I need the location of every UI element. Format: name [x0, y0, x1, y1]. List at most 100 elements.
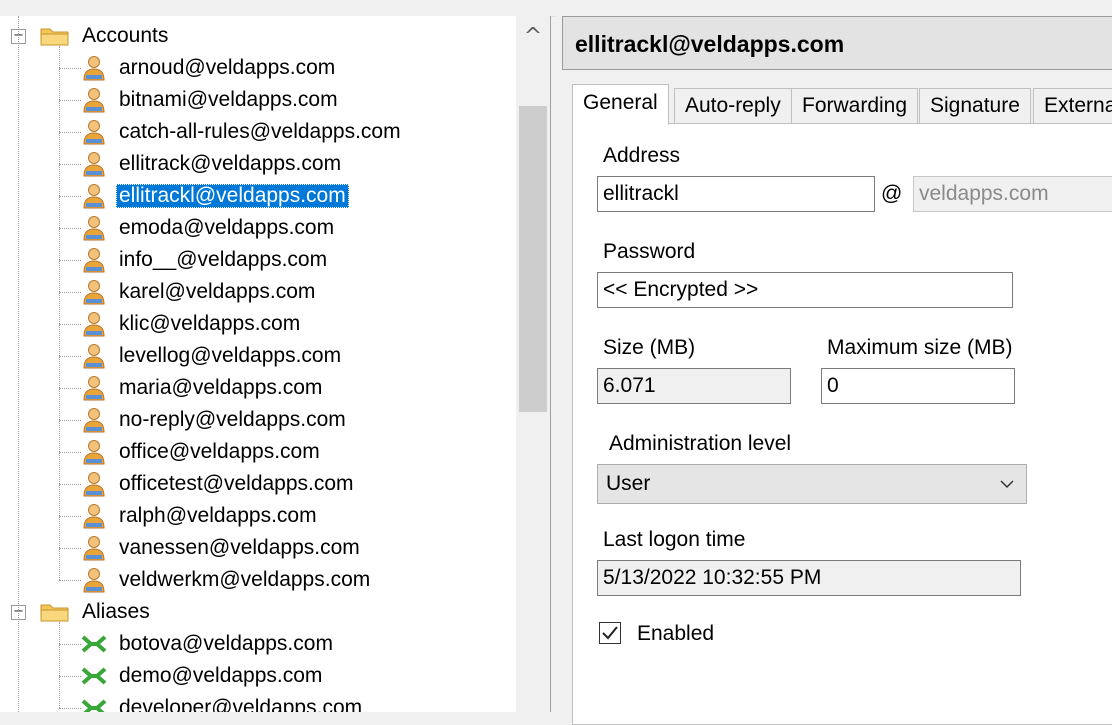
alias-item[interactable]: developer@veldapps.com: [0, 692, 516, 712]
tree-item-label[interactable]: bitnami@veldapps.com: [116, 88, 341, 112]
tree-item-label[interactable]: maria@veldapps.com: [116, 376, 325, 400]
tree-item-label[interactable]: karel@veldapps.com: [116, 280, 318, 304]
account-item[interactable]: karel@veldapps.com: [0, 276, 516, 308]
tree-item-label[interactable]: emoda@veldapps.com: [116, 216, 337, 240]
account-item[interactable]: ralph@veldapps.com: [0, 500, 516, 532]
alias-icon: [80, 695, 108, 712]
account-item[interactable]: levellog@veldapps.com: [0, 340, 516, 372]
user-icon: [82, 151, 106, 177]
tree-connector: [18, 16, 19, 712]
account-item[interactable]: info__@veldapps.com: [0, 244, 516, 276]
folder-icon: [40, 26, 70, 46]
user-icon: [82, 407, 106, 433]
general-tab-panel: Address ellitrackl @ veldapps.com Passwo…: [572, 123, 1112, 725]
tree-group-label[interactable]: Accounts: [79, 24, 171, 48]
password-label: Password: [603, 240, 696, 263]
tree-item-label[interactable]: klic@veldapps.com: [116, 312, 303, 336]
user-icon: [82, 439, 106, 465]
user-icon: [82, 375, 106, 401]
admin-level-select[interactable]: User: [597, 464, 1027, 504]
user-icon: [82, 119, 106, 145]
account-item[interactable]: emoda@veldapps.com: [0, 212, 516, 244]
max-size-input[interactable]: 0: [821, 368, 1015, 404]
size-label: Size (MB): [603, 336, 696, 359]
tab-forwarding[interactable]: Forwarding: [791, 88, 919, 123]
check-icon: [602, 626, 618, 640]
address-input[interactable]: ellitrackl: [597, 176, 875, 212]
tree-item-label[interactable]: office@veldapps.com: [116, 440, 323, 464]
tree-connector: [59, 356, 81, 357]
enabled-checkbox[interactable]: [599, 622, 621, 644]
size-field: 6.071: [597, 368, 791, 404]
user-icon: [82, 55, 106, 81]
tree-connector: [59, 388, 81, 389]
tree-item-label[interactable]: arnoud@veldapps.com: [116, 56, 338, 80]
account-item[interactable]: ellitrackl@veldapps.com: [0, 180, 516, 212]
account-item[interactable]: bitnami@veldapps.com: [0, 84, 516, 116]
tree-group-accounts[interactable]: − Accounts: [0, 20, 516, 52]
top-strip: [0, 0, 1112, 17]
admin-level-value: User: [606, 472, 651, 495]
tree-connector: [59, 548, 81, 549]
tree-item-label[interactable]: botova@veldapps.com: [116, 632, 336, 656]
tree-connector: [59, 132, 81, 133]
tree-item-label[interactable]: ellitrack@veldapps.com: [116, 152, 344, 176]
tree-connector: [59, 68, 81, 69]
tree-group-label[interactable]: Aliases: [79, 600, 153, 624]
chevron-down-icon: [998, 465, 1016, 517]
user-icon: [82, 183, 106, 209]
admin-level-label: Administration level: [609, 432, 792, 455]
tree-connector: [59, 228, 81, 229]
tree-item-label[interactable]: veldwerkm@veldapps.com: [116, 568, 373, 592]
account-item[interactable]: office@veldapps.com: [0, 436, 516, 468]
folder-tree[interactable]: − Accounts arnoud@veldapps.com bitnami@veld…: [0, 16, 551, 712]
account-item[interactable]: no-reply@veldapps.com: [0, 404, 516, 436]
alias-item[interactable]: demo@veldapps.com: [0, 660, 516, 692]
user-icon: [82, 471, 106, 497]
tab-general[interactable]: General: [572, 84, 669, 125]
tree-item-label[interactable]: demo@veldapps.com: [116, 664, 325, 688]
account-header: ellitrackl@veldapps.com: [562, 16, 1112, 70]
tab-auto-reply[interactable]: Auto-reply: [674, 88, 792, 123]
tree-item-label[interactable]: catch-all-rules@veldapps.com: [116, 120, 404, 144]
account-item[interactable]: maria@veldapps.com: [0, 372, 516, 404]
account-item[interactable]: veldwerkm@veldapps.com: [0, 564, 516, 596]
tree-connector: [59, 324, 81, 325]
account-item[interactable]: ellitrack@veldapps.com: [0, 148, 516, 180]
tree-connector: [59, 622, 60, 708]
tree-connector: [59, 100, 81, 101]
tree-group-aliases[interactable]: − Aliases: [0, 596, 516, 628]
scroll-up-button[interactable]: ^: [516, 16, 550, 58]
alias-item[interactable]: botova@veldapps.com: [0, 628, 516, 660]
user-icon: [82, 279, 106, 305]
account-item[interactable]: arnoud@veldapps.com: [0, 52, 516, 84]
user-icon: [82, 87, 106, 113]
last-logon-field: 5/13/2022 10:32:55 PM: [597, 560, 1021, 596]
tree-item-label[interactable]: vanessen@veldapps.com: [116, 536, 363, 560]
user-icon: [82, 503, 106, 529]
user-icon: [82, 343, 106, 369]
address-label: Address: [603, 144, 681, 167]
scroll-thumb[interactable]: [519, 106, 547, 412]
at-sign: @: [881, 182, 903, 205]
tab-signature[interactable]: Signature: [919, 88, 1031, 123]
tree-item-label[interactable]: info__@veldapps.com: [116, 248, 330, 272]
tree-item-label[interactable]: ellitrackl@veldapps.com: [116, 184, 349, 208]
tree-item-label[interactable]: officetest@veldapps.com: [116, 472, 357, 496]
account-item[interactable]: vanessen@veldapps.com: [0, 532, 516, 564]
tree-item-label[interactable]: levellog@veldapps.com: [116, 344, 344, 368]
domain-field: veldapps.com: [913, 176, 1112, 212]
account-item[interactable]: klic@veldapps.com: [0, 308, 516, 340]
tree-item-label[interactable]: no-reply@veldapps.com: [116, 408, 349, 432]
tree-connector: [59, 708, 81, 709]
password-input[interactable]: << Encrypted >>: [597, 272, 1013, 308]
tree-scrollbar[interactable]: ^: [516, 16, 550, 712]
tree-item-label[interactable]: ralph@veldapps.com: [116, 504, 320, 528]
account-item[interactable]: catch-all-rules@veldapps.com: [0, 116, 516, 148]
tree-connector: [59, 676, 81, 677]
account-item[interactable]: officetest@veldapps.com: [0, 468, 516, 500]
tree-connector: [59, 292, 81, 293]
tree-item-label[interactable]: developer@veldapps.com: [116, 696, 365, 712]
alias-icon: [80, 631, 108, 657]
tab-external[interactable]: External: [1033, 88, 1112, 123]
